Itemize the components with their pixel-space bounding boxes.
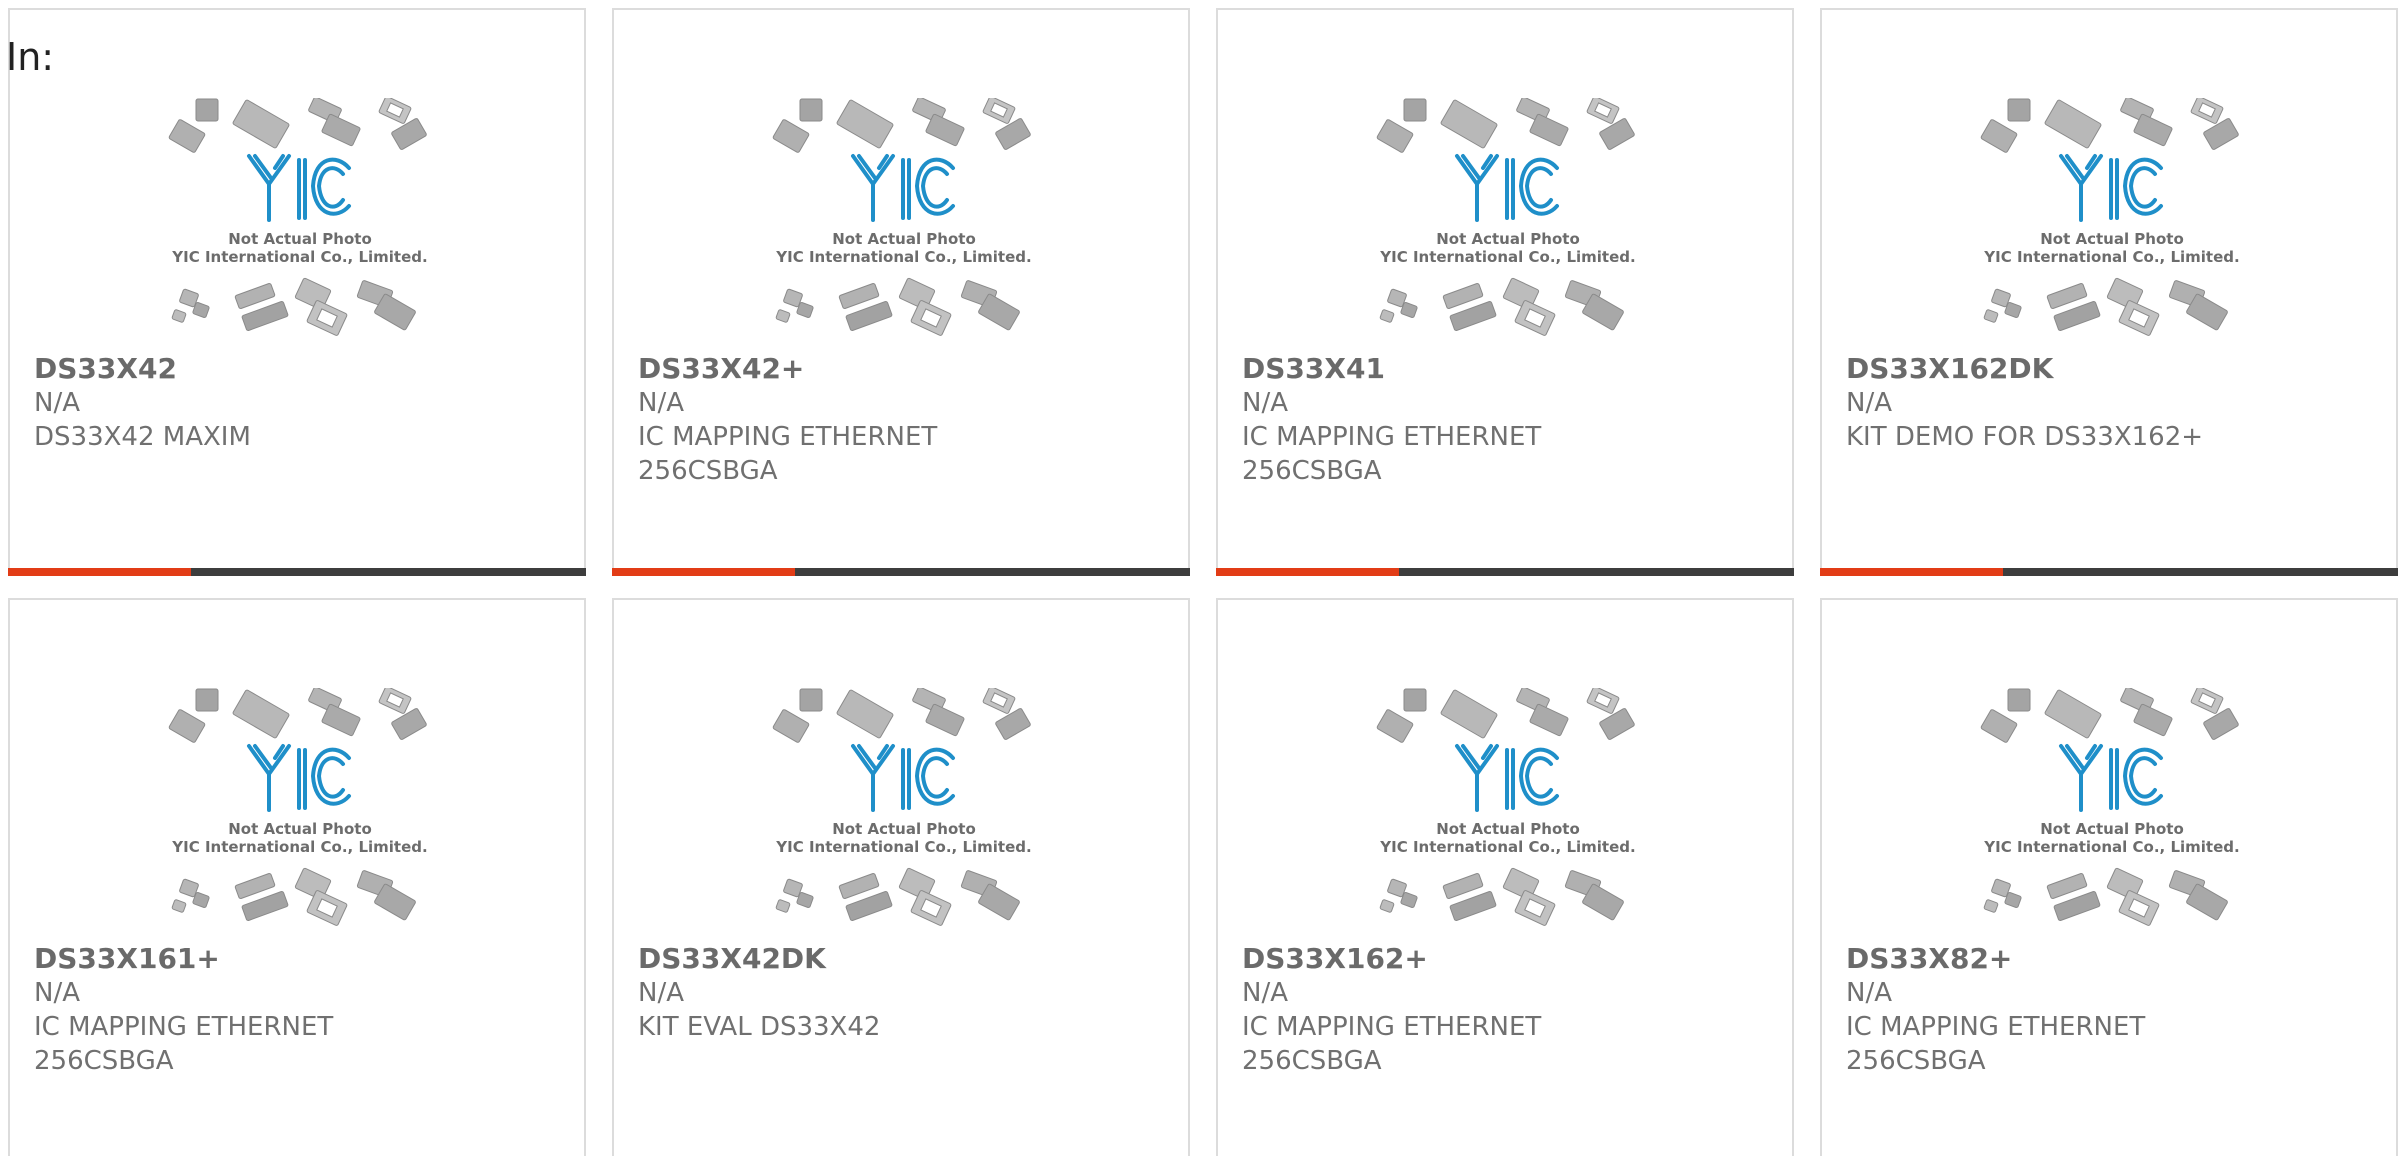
- in-label: In:: [6, 35, 55, 79]
- description-line: 256CSBGA: [638, 456, 778, 486]
- placeholder-image: Not Actual Photo YIC International Co., L…: [1977, 688, 2247, 938]
- description-line: 256CSBGA: [1242, 1046, 1382, 1076]
- description-line: IC MAPPING ETHERNET: [638, 422, 938, 452]
- product-info: DS33X162+ N/A IC MAPPING ETHERNET 256CSB…: [1242, 942, 1772, 1078]
- description-line: KIT EVAL DS33X42: [638, 1012, 881, 1042]
- svg-text:YIC International Co., Limited: YIC International Co., Limited.: [1983, 248, 2239, 266]
- placeholder-image: Not Actual Photo YIC International Co., L…: [1977, 98, 2247, 348]
- description-line: 256CSBGA: [34, 1046, 174, 1076]
- product-info: DS33X42DK N/A KIT EVAL DS33X42: [638, 942, 1168, 1044]
- placeholder-image: Not Actual Photo YIC International Co., L…: [1373, 98, 1643, 348]
- product-card[interactable]: Not Actual Photo YIC International Co., L…: [8, 598, 586, 1156]
- part-number[interactable]: DS33X162DK: [1846, 352, 2376, 386]
- description-line: 256CSBGA: [1242, 456, 1382, 486]
- part-number[interactable]: DS33X42: [34, 352, 564, 386]
- product-card[interactable]: Not Actual Photo YIC International Co., L…: [8, 8, 586, 576]
- part-number[interactable]: DS33X42DK: [638, 942, 1168, 976]
- product-info: DS33X162DK N/A KIT DEMO FOR DS33X162+: [1846, 352, 2376, 454]
- svg-text:Not Actual Photo: Not Actual Photo: [228, 230, 372, 248]
- product-card[interactable]: Not Actual Photo YIC International Co., L…: [612, 598, 1190, 1156]
- product-card[interactable]: Not Actual Photo YIC International Co., L…: [1820, 598, 2398, 1156]
- card-bottom-bar: [1820, 568, 2398, 576]
- description-line: 256CSBGA: [1846, 1046, 1986, 1076]
- part-number[interactable]: DS33X42+: [638, 352, 1168, 386]
- card-accent-bar: [1820, 568, 2003, 576]
- manufacturer: N/A: [638, 388, 684, 418]
- svg-text:Not Actual Photo: Not Actual Photo: [2040, 230, 2184, 248]
- part-number[interactable]: DS33X41: [1242, 352, 1772, 386]
- svg-text:YIC International Co., Limited: YIC International Co., Limited.: [171, 248, 427, 266]
- product-card[interactable]: Not Actual Photo YIC International Co., L…: [1216, 8, 1794, 576]
- card-bottom-bar: [1216, 568, 1794, 576]
- placeholder-image: Not Actual Photo YIC International Co., L…: [769, 688, 1039, 938]
- product-info: DS33X82+ N/A IC MAPPING ETHERNET 256CSBG…: [1846, 942, 2376, 1078]
- product-info: DS33X161+ N/A IC MAPPING ETHERNET 256CSB…: [34, 942, 564, 1078]
- manufacturer: N/A: [1846, 388, 1892, 418]
- manufacturer: N/A: [1242, 388, 1288, 418]
- svg-text:YIC International Co., Limited: YIC International Co., Limited.: [775, 838, 1031, 856]
- product-info: DS33X42+ N/A IC MAPPING ETHERNET 256CSBG…: [638, 352, 1168, 488]
- product-card[interactable]: Not Actual Photo YIC International Co., L…: [1216, 598, 1794, 1156]
- svg-text:Not Actual Photo: Not Actual Photo: [2040, 820, 2184, 838]
- svg-text:Not Actual Photo: Not Actual Photo: [832, 230, 976, 248]
- card-bottom-bar: [8, 568, 586, 576]
- svg-text:Not Actual Photo: Not Actual Photo: [832, 820, 976, 838]
- manufacturer: N/A: [1242, 978, 1288, 1008]
- placeholder-image: Not Actual Photo YIC International Co., L…: [1373, 688, 1643, 938]
- placeholder-image: Not Actual Photo YIC International Co., L…: [165, 688, 435, 938]
- product-info: DS33X41 N/A IC MAPPING ETHERNET 256CSBGA: [1242, 352, 1772, 488]
- placeholder-image: Not Actual Photo YIC International Co., L…: [769, 98, 1039, 348]
- part-number[interactable]: DS33X162+: [1242, 942, 1772, 976]
- svg-text:YIC International Co., Limited: YIC International Co., Limited.: [1379, 838, 1635, 856]
- svg-text:Not Actual Photo: Not Actual Photo: [1436, 230, 1580, 248]
- description-line: DS33X42 MAXIM: [34, 422, 251, 452]
- svg-text:Not Actual Photo: Not Actual Photo: [1436, 820, 1580, 838]
- svg-text:YIC International Co., Limited: YIC International Co., Limited.: [171, 838, 427, 856]
- part-number[interactable]: DS33X161+: [34, 942, 564, 976]
- card-accent-bar: [8, 568, 191, 576]
- svg-text:YIC International Co., Limited: YIC International Co., Limited.: [775, 248, 1031, 266]
- manufacturer: N/A: [1846, 978, 1892, 1008]
- product-list-page: In: Not Actual Photo YIC International Co…: [0, 0, 2400, 1156]
- product-card[interactable]: Not Actual Photo YIC International Co., L…: [612, 8, 1190, 576]
- description-line: IC MAPPING ETHERNET: [1846, 1012, 2146, 1042]
- placeholder-image: Not Actual Photo YIC International Co., L…: [165, 98, 435, 348]
- card-bottom-bar: [612, 568, 1190, 576]
- svg-text:YIC International Co., Limited: YIC International Co., Limited.: [1983, 838, 2239, 856]
- card-accent-bar: [612, 568, 795, 576]
- product-card[interactable]: Not Actual Photo YIC International Co., L…: [1820, 8, 2398, 576]
- part-number[interactable]: DS33X82+: [1846, 942, 2376, 976]
- description-line: KIT DEMO FOR DS33X162+: [1846, 422, 2204, 452]
- manufacturer: N/A: [638, 978, 684, 1008]
- manufacturer: N/A: [34, 388, 80, 418]
- product-info: DS33X42 N/A DS33X42 MAXIM: [34, 352, 564, 454]
- manufacturer: N/A: [34, 978, 80, 1008]
- description-line: IC MAPPING ETHERNET: [1242, 1012, 1542, 1042]
- product-grid: Not Actual Photo YIC International Co., L…: [8, 8, 2400, 1156]
- svg-text:YIC International Co., Limited: YIC International Co., Limited.: [1379, 248, 1635, 266]
- description-line: IC MAPPING ETHERNET: [1242, 422, 1542, 452]
- svg-text:Not Actual Photo: Not Actual Photo: [228, 820, 372, 838]
- card-accent-bar: [1216, 568, 1399, 576]
- description-line: IC MAPPING ETHERNET: [34, 1012, 334, 1042]
